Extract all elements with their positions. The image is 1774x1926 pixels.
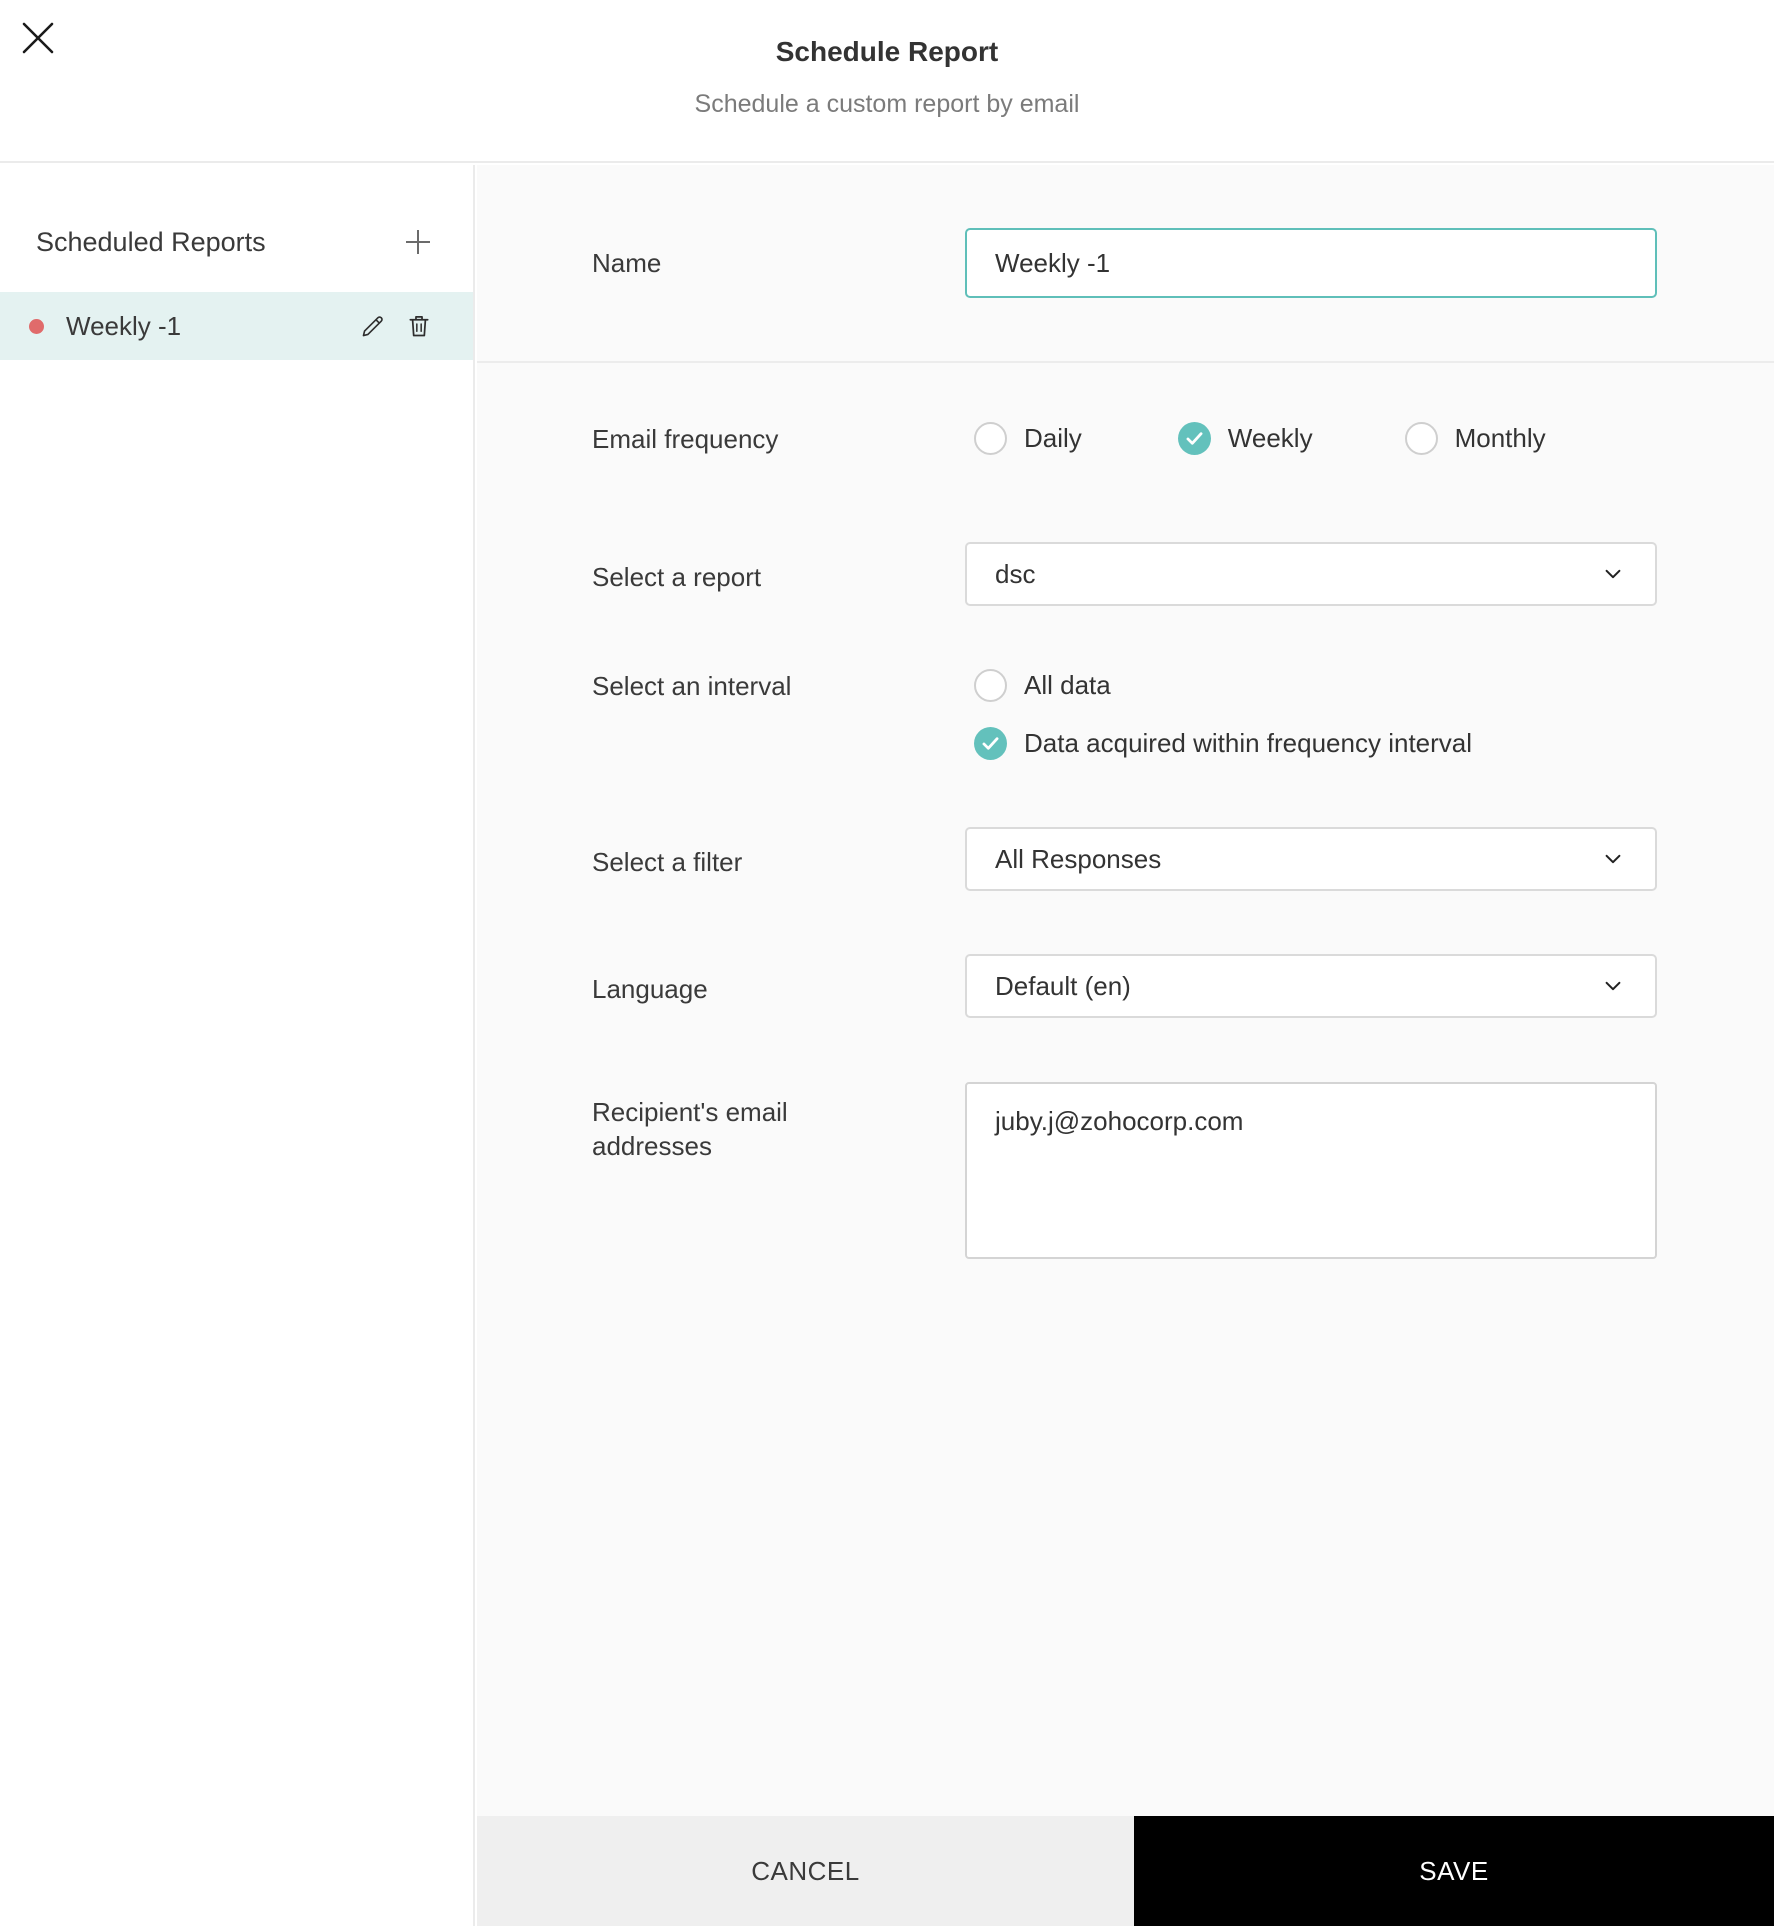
radio-monthly-label: Monthly — [1454, 423, 1546, 453]
radio-weekly-label: Weekly — [1227, 423, 1313, 453]
radio-circle — [974, 669, 1007, 702]
scheduled-reports-sidebar: Scheduled Reports Weekly -1 — [0, 165, 475, 1926]
radio-circle-checked — [1177, 422, 1211, 455]
plus-icon — [406, 230, 430, 254]
status-dot — [29, 318, 44, 334]
radio-all-data[interactable]: All data — [974, 669, 1111, 702]
sidebar-header: Scheduled Reports — [0, 219, 473, 269]
delete-schedule-button[interactable] — [405, 312, 433, 340]
radio-circle-checked — [974, 727, 1007, 760]
recipients-textarea[interactable]: juby.j@zohocorp.com — [965, 1082, 1657, 1259]
chevron-down-icon — [1601, 562, 1625, 586]
report-select-value: dsc — [995, 558, 1036, 589]
dialog-header: Schedule Report Schedule a custom report… — [0, 0, 1774, 163]
save-button[interactable]: SAVE — [1134, 1816, 1774, 1926]
sidebar-item-weekly-1[interactable]: Weekly -1 — [0, 292, 473, 360]
check-icon — [982, 737, 999, 750]
radio-circle — [1404, 422, 1438, 455]
sidebar-title: Scheduled Reports — [36, 227, 266, 257]
pencil-icon — [362, 316, 383, 337]
add-schedule-button[interactable] — [401, 225, 435, 259]
name-label: Name — [592, 248, 662, 278]
section-divider — [477, 361, 1774, 363]
name-input[interactable] — [965, 228, 1657, 298]
email-frequency-group: Daily Weekly Monthly — [974, 422, 1546, 455]
filter-select-value: All Responses — [995, 843, 1162, 874]
cancel-button-label: CANCEL — [751, 1855, 860, 1886]
filter-select[interactable]: All Responses — [965, 827, 1657, 891]
dialog-subtitle: Schedule a custom report by email — [694, 90, 1080, 118]
dialog-title: Schedule Report — [775, 36, 999, 67]
radio-frequency-interval-label: Data acquired within frequency interval — [1024, 728, 1473, 758]
radio-monthly[interactable]: Monthly — [1404, 422, 1546, 455]
radio-frequency-interval[interactable]: Data acquired within frequency interval — [974, 727, 1472, 760]
language-label: Language — [592, 974, 708, 1004]
radio-weekly[interactable]: Weekly — [1177, 422, 1313, 455]
chevron-down-icon — [1601, 974, 1625, 998]
select-filter-label: Select a filter — [592, 847, 743, 877]
radio-all-data-label: All data — [1024, 670, 1111, 700]
recipients-label: Recipient's email addresses — [592, 1097, 788, 1161]
radio-daily-label: Daily — [1024, 423, 1082, 453]
check-icon — [1186, 432, 1203, 445]
language-select-value: Default (en) — [995, 970, 1131, 1001]
email-frequency-label: Email frequency — [592, 424, 779, 454]
cancel-button[interactable]: CANCEL — [477, 1816, 1134, 1926]
radio-daily[interactable]: Daily — [974, 422, 1082, 455]
item-actions — [359, 312, 433, 340]
report-select[interactable]: dsc — [965, 542, 1657, 606]
select-interval-label: Select an interval — [592, 671, 792, 701]
radio-circle — [974, 422, 1007, 455]
select-report-label: Select a report — [592, 562, 762, 592]
sidebar-item-label: Weekly -1 — [66, 310, 182, 341]
schedule-form: Name Email frequency Daily Weekly Monthl… — [477, 165, 1774, 1816]
save-button-label: SAVE — [1419, 1855, 1489, 1886]
language-select[interactable]: Default (en) — [965, 954, 1657, 1018]
trash-icon — [409, 316, 429, 337]
chevron-down-icon — [1601, 847, 1625, 871]
schedule-report-dialog: Schedule Report Schedule a custom report… — [0, 0, 1774, 1926]
edit-schedule-button[interactable] — [359, 312, 387, 340]
